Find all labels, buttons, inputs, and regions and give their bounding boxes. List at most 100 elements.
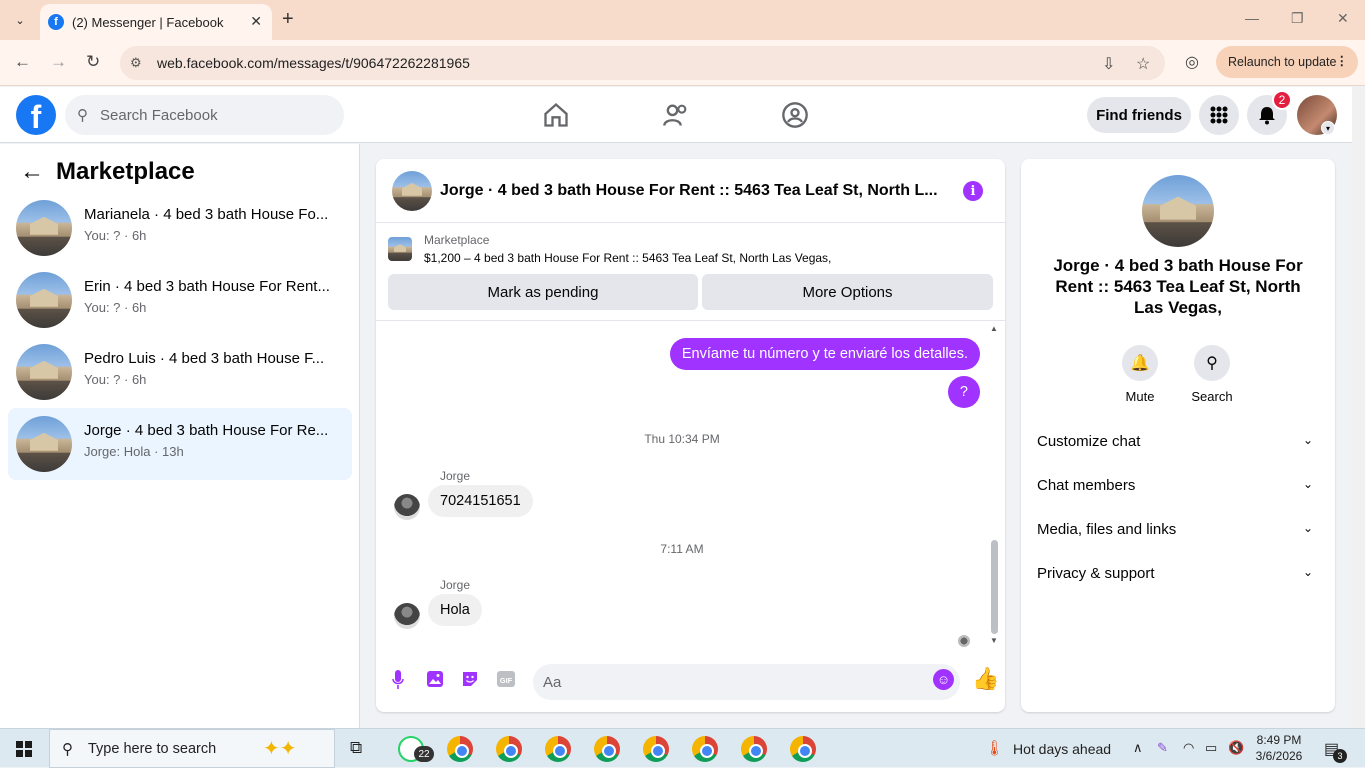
mark-as-pending-button[interactable]: Mark as pending (388, 274, 698, 310)
chat-avatar[interactable] (392, 171, 432, 211)
microphone-icon[interactable] (392, 670, 404, 690)
scrollbar-thumb[interactable] (991, 540, 998, 634)
reload-icon[interactable]: ↻ (86, 52, 100, 72)
mute-button[interactable]: 🔔 Mute (1110, 345, 1170, 404)
chrome-icon[interactable] (545, 736, 571, 762)
browser-tab[interactable]: f (2) Messenger | Facebook ✕ (40, 4, 272, 40)
chrome-icon[interactable] (741, 736, 767, 762)
facebook-header: f ⚲ Search Facebook Find friends 2 ▾ (0, 87, 1352, 143)
tab-close-icon[interactable]: ✕ (250, 13, 262, 30)
message-input[interactable]: Aa (533, 664, 960, 700)
new-tab-icon[interactable]: + (282, 8, 294, 30)
chrome-icon[interactable] (643, 736, 669, 762)
gif-icon[interactable]: GIF (497, 670, 515, 688)
menu-dots-icon[interactable]: ⋮ (1336, 53, 1349, 68)
conversation-item[interactable]: Pedro Luis · 4 bed 3 bath House F... You… (8, 336, 352, 408)
conversation-list-panel: ← Marketplace Marianela · 4 bed 3 bath H… (0, 144, 360, 728)
wifi-icon[interactable]: ◠ (1183, 740, 1194, 756)
scroll-down-icon[interactable]: ▼ (990, 636, 998, 645)
facebook-logo-icon[interactable]: f (16, 95, 56, 135)
media-files-links-section[interactable]: Media, files and links ⌄ (1037, 521, 1319, 545)
chrome-icon[interactable] (790, 736, 816, 762)
sender-avatar[interactable] (394, 494, 420, 520)
restore-icon[interactable]: ❐ (1291, 10, 1304, 27)
conversation-item-active[interactable]: Jorge · 4 bed 3 bath House For Re... Jor… (8, 408, 352, 480)
listing-thumbnail[interactable] (388, 237, 412, 261)
home-icon[interactable] (542, 101, 570, 129)
back-icon[interactable]: ← (14, 52, 31, 72)
conversation-preview: You: ? · 6h (84, 228, 147, 243)
customize-chat-section[interactable]: Customize chat ⌄ (1037, 433, 1319, 457)
tab-search-dropdown-icon[interactable]: ⌄ (8, 8, 32, 32)
profile-account-icon[interactable]: ◎ (1185, 52, 1199, 72)
copilot-sparkle-icon[interactable]: ✦✦ (263, 736, 297, 761)
info-icon[interactable]: i (963, 181, 983, 201)
chrome-icon[interactable] (692, 736, 718, 762)
mute-label: Mute (1125, 389, 1155, 404)
photo-icon[interactable] (426, 670, 444, 688)
search-icon: ⚲ (1194, 345, 1230, 381)
thumbs-up-icon[interactable]: 👍 (972, 666, 999, 692)
conversation-item[interactable]: Erin · 4 bed 3 bath House For Rent... Yo… (8, 264, 352, 336)
chrome-icon[interactable] (594, 736, 620, 762)
relaunch-button[interactable]: Relaunch to update ⋮ (1216, 46, 1358, 78)
chrome-icon[interactable] (496, 736, 522, 762)
outgoing-message[interactable]: Envíame tu número y te enviaré los detal… (669, 338, 980, 370)
chat-info-avatar[interactable] (1142, 175, 1214, 247)
facebook-search-input[interactable]: ⚲ Search Facebook (65, 95, 344, 135)
grid-icon (1210, 106, 1228, 124)
url-field[interactable]: ⚙ web.facebook.com/messages/t/9064722622… (120, 46, 1165, 80)
window-close-icon[interactable]: ✕ (1337, 10, 1349, 27)
site-info-icon[interactable]: ⚙ (130, 55, 142, 71)
sender-avatar[interactable] (394, 603, 420, 629)
chrome-icon[interactable] (447, 736, 473, 762)
task-view-icon[interactable]: ⧉ (350, 738, 362, 758)
bookmark-star-icon[interactable]: ☆ (1136, 54, 1150, 74)
more-options-button[interactable]: More Options (702, 274, 993, 310)
windows-taskbar: ⚲ Type here to search ✦✦ ⧉ 22 🌡 Hot days… (0, 728, 1365, 768)
page-scrollbar[interactable] (1352, 87, 1365, 728)
groups-icon[interactable] (781, 101, 809, 129)
whatsapp-badge: 22 (414, 746, 434, 762)
chevron-down-icon[interactable]: ▾ (1321, 121, 1335, 135)
chat-title[interactable]: Jorge · 4 bed 3 bath House For Rent :: 5… (440, 182, 938, 200)
chat-scrollbar[interactable]: ▲ ▼ (989, 322, 999, 649)
volume-muted-icon[interactable]: 🔇 (1228, 740, 1244, 756)
friends-icon[interactable] (662, 101, 690, 129)
windows-start-icon[interactable] (16, 741, 32, 757)
chevron-down-icon: ⌄ (1302, 521, 1313, 535)
privacy-support-section[interactable]: Privacy & support ⌄ (1037, 565, 1319, 589)
panel-title: Marketplace (56, 158, 195, 185)
emoji-icon[interactable]: ☺ (933, 669, 954, 690)
scroll-up-icon[interactable]: ▲ (990, 324, 998, 333)
search-icon: ⚲ (77, 107, 88, 124)
conversation-item[interactable]: Marianela · 4 bed 3 bath House Fo... You… (8, 192, 352, 264)
tab-title: (2) Messenger | Facebook (72, 14, 224, 30)
clock-date: 3/6/2026 (1255, 749, 1303, 763)
chat-members-section[interactable]: Chat members ⌄ (1037, 477, 1319, 501)
listing-description[interactable]: $1,200 – 4 bed 3 bath House For Rent :: … (424, 251, 831, 265)
tray-chevron-up-icon[interactable]: ∧ (1133, 740, 1143, 756)
install-app-icon[interactable]: ⇩ (1102, 54, 1115, 74)
listing-category: Marketplace (424, 233, 490, 247)
incoming-message[interactable]: Hola (428, 594, 482, 626)
weather-text[interactable]: Hot days ahead (1013, 741, 1111, 757)
conversation-name: Marianela · 4 bed 3 bath House Fo... (84, 206, 329, 223)
sticker-icon[interactable] (461, 670, 479, 688)
forward-icon[interactable]: → (50, 52, 67, 72)
outgoing-message[interactable]: ? (947, 376, 980, 408)
url-text: web.facebook.com/messages/t/906472262281… (157, 55, 470, 71)
menu-grid-button[interactable] (1199, 95, 1239, 135)
timestamp: Thu 10:34 PM (644, 432, 720, 446)
taskbar-clock[interactable]: 8:49 PM 3/6/2026 (1254, 732, 1304, 764)
incoming-message[interactable]: 7024151651 (428, 485, 533, 517)
find-friends-button[interactable]: Find friends (1087, 97, 1191, 133)
facebook-favicon-icon: f (48, 14, 64, 30)
minimize-icon[interactable]: — (1245, 10, 1259, 26)
battery-icon[interactable]: ▭ (1205, 740, 1217, 756)
pen-icon[interactable]: ✎ (1157, 740, 1168, 756)
back-arrow-icon[interactable]: ← (20, 158, 44, 186)
weather-icon[interactable]: 🌡 (985, 739, 1004, 757)
search-in-chat-button[interactable]: ⚲ Search (1182, 345, 1242, 404)
house-thumbnail (16, 416, 72, 472)
